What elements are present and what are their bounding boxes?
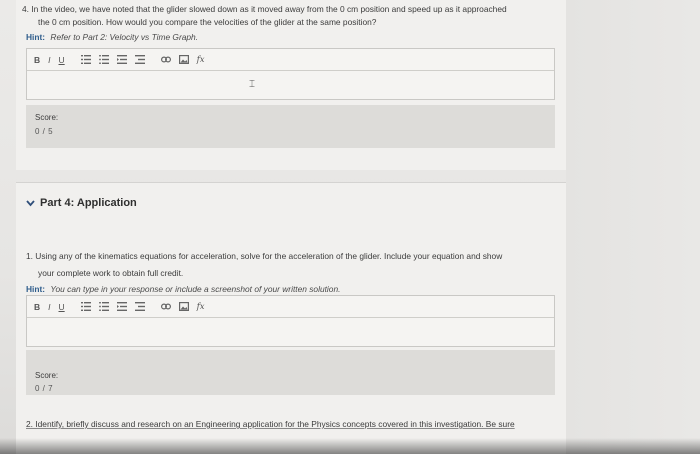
outdent-icon xyxy=(116,55,127,64)
text-cursor-icon: ⌶ xyxy=(249,79,255,90)
question-4-text-line2: the 0 cm position. How would you compare… xyxy=(38,17,377,27)
underline-button[interactable]: U xyxy=(59,53,65,67)
page: 4. In the video, we have noted that the … xyxy=(0,0,700,454)
hint-label: Hint: xyxy=(26,284,46,294)
bullet-list-button[interactable] xyxy=(98,53,109,67)
formula-button[interactable]: fx xyxy=(197,300,205,314)
chevron-down-icon xyxy=(26,199,35,206)
outdent-icon xyxy=(116,302,127,311)
question-1-hint: Hint: You can type in your response or i… xyxy=(26,284,340,294)
editor-toolbar: B I U fx xyxy=(27,296,554,318)
background-margin xyxy=(566,0,700,454)
image-icon xyxy=(178,302,189,311)
question-1-text-line1: 1. Using any of the kinematics equations… xyxy=(26,251,503,261)
indent-icon xyxy=(134,55,145,64)
ordered-list-icon xyxy=(80,55,91,64)
ordered-list-icon xyxy=(80,302,91,311)
editor-toolbar: B I U fx xyxy=(27,49,554,71)
link-icon xyxy=(160,303,171,310)
question-1-score-box: Score: 0 / 7 xyxy=(26,350,555,395)
part-4-title: Part 4: Application xyxy=(40,197,137,209)
bullet-list-icon xyxy=(98,302,109,311)
italic-button[interactable]: I xyxy=(48,53,50,67)
score-label: Score: xyxy=(35,113,59,122)
score-value: 0 / 7 xyxy=(35,384,54,393)
score-label: Score: xyxy=(35,371,59,380)
question-4-hint: Hint: Refer to Part 2: Velocity vs Time … xyxy=(26,32,198,42)
question-4-card: 4. In the video, we have noted that the … xyxy=(16,0,566,170)
image-button[interactable] xyxy=(178,300,189,314)
part-4-card: Part 4: Application 1. Using any of the … xyxy=(16,182,566,454)
indent-button[interactable] xyxy=(134,53,145,67)
bullet-list-button[interactable] xyxy=(98,300,109,314)
underline-button[interactable]: U xyxy=(59,300,65,314)
answer-text-area[interactable]: ⌶ xyxy=(27,71,554,99)
part-4-header[interactable]: Part 4: Application xyxy=(26,197,137,209)
question-1-editor: B I U fx xyxy=(26,295,555,347)
outdent-button[interactable] xyxy=(116,300,127,314)
formula-button[interactable]: fx xyxy=(197,53,205,67)
image-icon xyxy=(178,55,189,64)
ordered-list-button[interactable] xyxy=(80,300,91,314)
link-button[interactable] xyxy=(160,300,171,314)
link-icon xyxy=(160,56,171,63)
question-4-text-line1: 4. In the video, we have noted that the … xyxy=(22,4,507,14)
indent-button[interactable] xyxy=(134,300,145,314)
question-1-text-line2: your complete work to obtain full credit… xyxy=(38,268,184,278)
italic-button[interactable]: I xyxy=(48,300,50,314)
ordered-list-button[interactable] xyxy=(80,53,91,67)
hint-text: You can type in your response or include… xyxy=(50,284,341,294)
bold-button[interactable]: B xyxy=(34,300,40,314)
bold-button[interactable]: B xyxy=(34,53,40,67)
answer-text-area[interactable] xyxy=(27,318,554,346)
link-button[interactable] xyxy=(160,53,171,67)
question-4-editor: B I U fx ⌶ xyxy=(26,48,555,100)
outdent-button[interactable] xyxy=(116,53,127,67)
question-2-text-line1: 2. Identify, briefly discuss and researc… xyxy=(26,419,515,429)
hint-text: Refer to Part 2: Velocity vs Time Graph. xyxy=(50,32,199,42)
bullet-list-icon xyxy=(98,55,109,64)
score-value: 0 / 5 xyxy=(35,127,54,136)
question-4-score-box: Score: 0 / 5 xyxy=(26,105,555,148)
image-button[interactable] xyxy=(178,53,189,67)
hint-label: Hint: xyxy=(26,32,46,42)
indent-icon xyxy=(134,302,145,311)
